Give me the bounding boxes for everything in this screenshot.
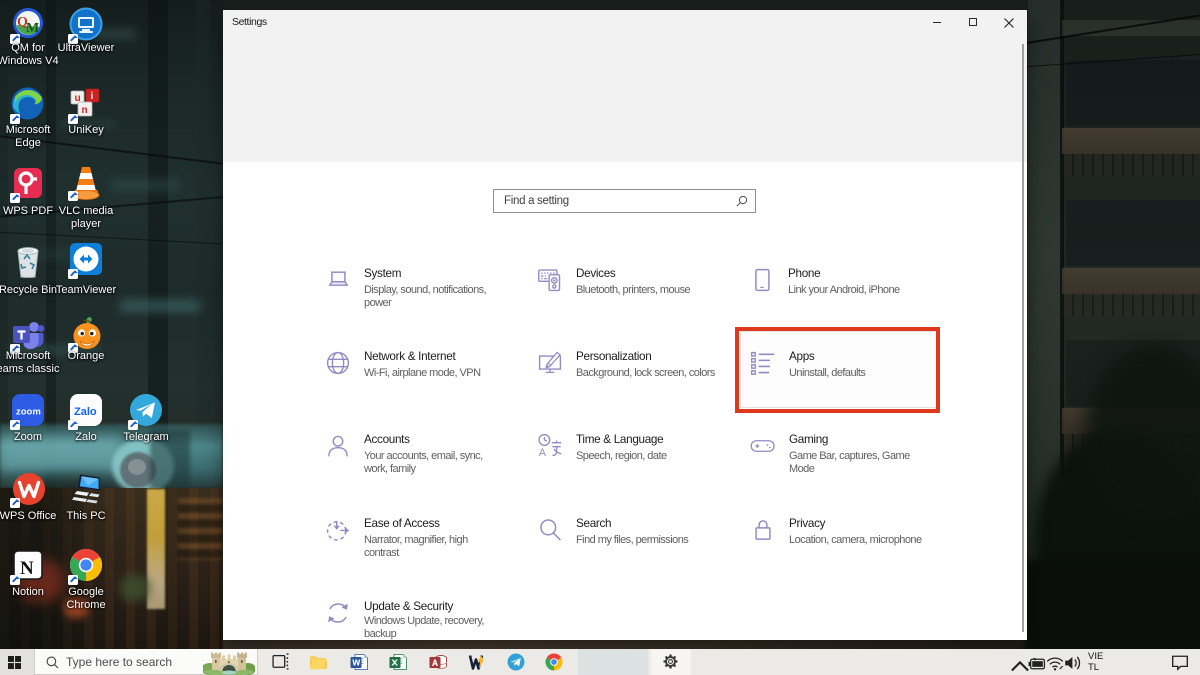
- svg-text:M: M: [26, 21, 39, 36]
- svg-text:A: A: [539, 447, 547, 459]
- svg-text:i: i: [91, 91, 94, 102]
- svg-text:n: n: [82, 105, 88, 116]
- svg-text:N: N: [20, 558, 34, 579]
- svg-text:Zalo: Zalo: [74, 406, 97, 418]
- svg-text:zoom: zoom: [16, 407, 41, 418]
